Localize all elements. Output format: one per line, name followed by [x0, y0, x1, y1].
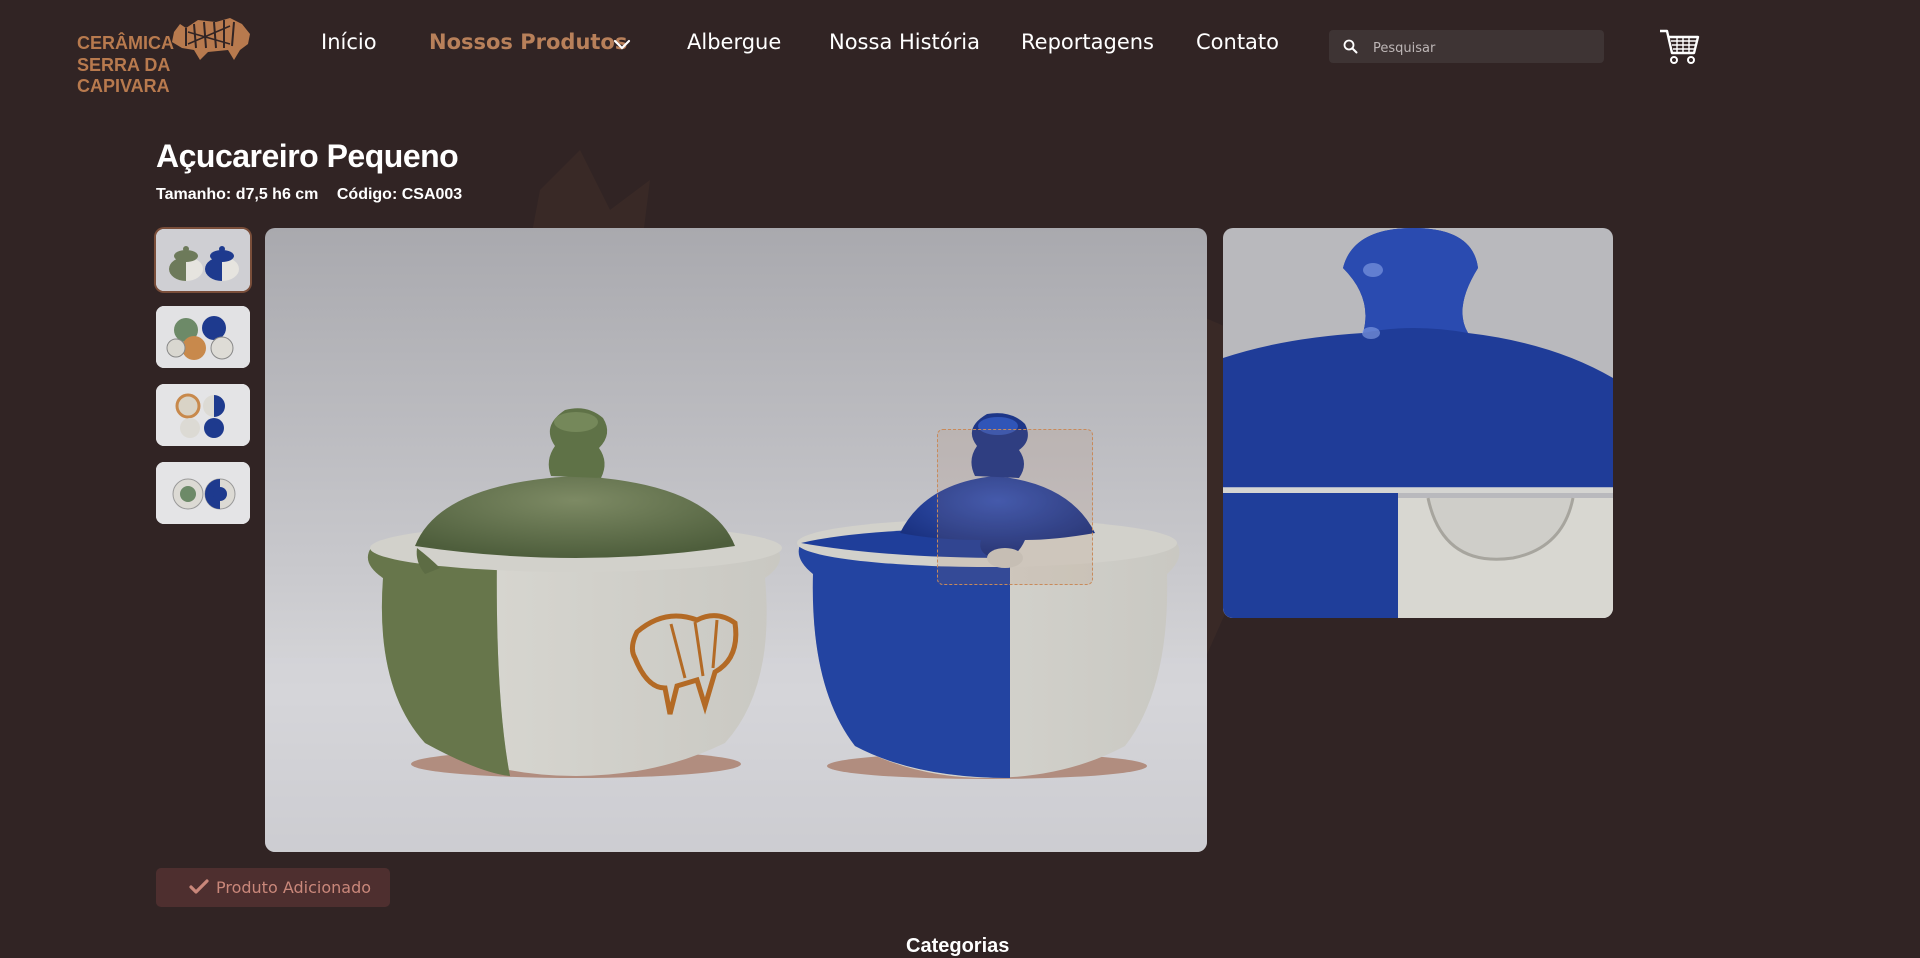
product-added-button[interactable]: Produto Adicionado	[156, 868, 390, 907]
zoom-preview	[1223, 228, 1613, 618]
chevron-down-icon[interactable]	[612, 38, 632, 52]
product-thumbnail-1[interactable]	[156, 229, 250, 291]
check-icon	[189, 879, 209, 894]
cart-icon[interactable]	[1658, 27, 1702, 67]
nav-albergue[interactable]: Albergue	[687, 30, 781, 54]
product-size: Tamanho: d7,5 h6 cm	[156, 186, 319, 203]
product-added-label: Produto Adicionado	[216, 878, 372, 897]
product-thumbnail-2[interactable]	[156, 306, 250, 368]
capybara-logo-icon	[172, 18, 250, 60]
site-header: CERÂMICA SERRA DA CAPIVARA Início Nossos…	[0, 0, 1920, 96]
product-meta: Tamanho: d7,5 h6 cm Código: CSA003	[156, 186, 476, 204]
brand-line-1: CERÂMICA	[77, 33, 174, 53]
product-title: Açucareiro Pequeno	[156, 138, 459, 174]
product-thumbnail-3[interactable]	[156, 384, 250, 446]
product-thumbnail-4[interactable]	[156, 462, 250, 524]
nav-reportagens[interactable]: Reportagens	[1021, 30, 1154, 54]
nav-nossa-historia[interactable]: Nossa História	[829, 30, 980, 54]
search-box	[1329, 30, 1604, 63]
brand-logo[interactable]: CERÂMICA SERRA DA CAPIVARA	[77, 14, 261, 96]
zoom-lens[interactable]	[937, 429, 1093, 585]
product-code: Código: CSA003	[336, 186, 463, 203]
search-input[interactable]	[1371, 36, 1595, 60]
nav-inicio[interactable]: Início	[321, 30, 377, 54]
nav-contato[interactable]: Contato	[1196, 30, 1279, 54]
nav-nossos-produtos[interactable]: Nossos Produtos	[429, 30, 627, 54]
search-icon[interactable]	[1343, 39, 1358, 54]
